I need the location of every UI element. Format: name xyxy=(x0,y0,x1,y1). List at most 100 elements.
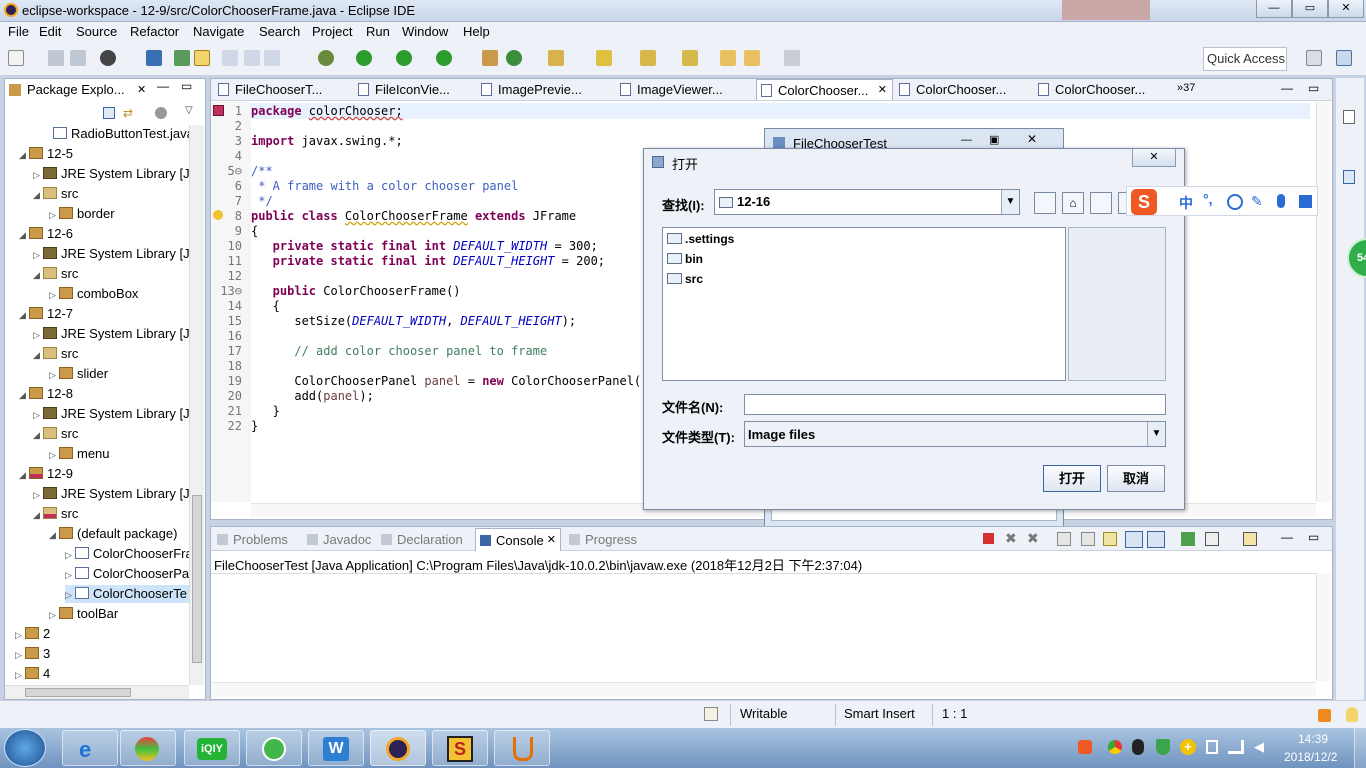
open-button[interactable]: 打开 xyxy=(1043,465,1101,492)
save-all-icon[interactable] xyxy=(70,50,86,66)
tray-device-icon[interactable] xyxy=(1206,740,1218,754)
toggle-mark-icon[interactable] xyxy=(174,50,190,66)
word-wrap-icon[interactable] xyxy=(1103,532,1117,546)
tray-network-icon[interactable] xyxy=(1228,740,1244,754)
collapsed-arrow-icon[interactable]: ▷ xyxy=(49,286,59,304)
editor-tab[interactable]: ColorChooser... ✕ xyxy=(756,79,893,100)
pin-console-icon[interactable] xyxy=(1181,532,1195,546)
tree-item[interactable]: ▷ comboBox xyxy=(49,285,138,303)
close-tab-icon[interactable]: ✕ xyxy=(547,529,556,552)
tray-time[interactable]: 14:39 xyxy=(1298,732,1328,746)
up-folder-icon[interactable] xyxy=(1034,192,1056,214)
tree-item[interactable]: ◢ src xyxy=(33,345,78,363)
tray-volume-icon[interactable]: ◀ xyxy=(1254,740,1268,754)
taskbar-ie-icon[interactable]: e xyxy=(62,730,118,766)
tree-item[interactable]: ▷ JRE System Library [Ja xyxy=(33,325,189,343)
menu-source[interactable]: Source xyxy=(76,24,117,39)
collapsed-arrow-icon[interactable]: ▷ xyxy=(15,626,25,644)
tree-item[interactable]: ▷ toolBar xyxy=(49,605,118,623)
tree-item[interactable]: ◢ 12-8 xyxy=(19,385,73,403)
task-list-icon[interactable] xyxy=(1343,170,1355,184)
minimize-view-icon[interactable]: — xyxy=(157,79,169,93)
collapsed-arrow-icon[interactable]: ▷ xyxy=(33,246,43,264)
close-icon[interactable]: ✕ xyxy=(1328,0,1364,18)
show-on-output-icon[interactable] xyxy=(1125,531,1143,548)
expanded-arrow-icon[interactable]: ◢ xyxy=(19,466,29,484)
code-line-8[interactable]: public class ColorChooserFrame extends J… xyxy=(251,209,576,223)
tree-item[interactable]: ▷ ColorChooserTe xyxy=(65,585,189,603)
minimize-editor-icon[interactable]: — xyxy=(1281,81,1293,95)
menu-run[interactable]: Run xyxy=(366,24,390,39)
filetype-combo[interactable]: Image files ▼ xyxy=(744,421,1166,447)
toolbox-icon[interactable] xyxy=(1299,195,1312,208)
close-tab-icon[interactable]: ✕ xyxy=(137,79,146,101)
menu-file[interactable]: File xyxy=(8,24,29,39)
code-line-22[interactable]: } xyxy=(251,419,258,433)
sogou-logo-icon[interactable]: S xyxy=(1131,189,1157,215)
tray-shield-icon[interactable] xyxy=(1156,739,1170,755)
tree-item[interactable]: ▷ 4 xyxy=(15,665,50,683)
editor-tab-overflow[interactable]: »37 xyxy=(1177,82,1195,94)
open-perspective-icon[interactable] xyxy=(1306,50,1322,66)
tab-problems[interactable]: Problems xyxy=(213,528,301,551)
code-line-13[interactable]: public ColorChooserFrame() xyxy=(251,284,461,298)
taskbar-eclipse-icon[interactable] xyxy=(370,730,426,766)
show-desktop-button[interactable] xyxy=(1354,728,1366,768)
taskbar-360-icon[interactable] xyxy=(246,730,302,766)
console-output[interactable] xyxy=(211,573,1316,681)
expanded-arrow-icon[interactable]: ◢ xyxy=(49,526,59,544)
code-line-6[interactable]: * A frame with a color chooser panel xyxy=(251,179,518,193)
pin-editor-icon[interactable] xyxy=(264,50,280,66)
tree-item[interactable]: ◢ src xyxy=(33,425,78,443)
collapsed-arrow-icon[interactable]: ▷ xyxy=(49,206,59,224)
editor-tab[interactable]: ImagePrevie... xyxy=(477,79,614,100)
last-edit-icon[interactable] xyxy=(720,50,736,66)
tree-item[interactable]: ◢ (default package) xyxy=(49,525,177,543)
view-menu-icon[interactable]: ▽ xyxy=(185,105,193,116)
new-class-icon[interactable] xyxy=(506,50,522,66)
search-icon[interactable] xyxy=(596,50,612,66)
collapsed-arrow-icon[interactable]: ▷ xyxy=(33,406,43,424)
taskbar-browser-icon[interactable] xyxy=(120,730,176,766)
tree-item[interactable]: ◢ src xyxy=(33,265,78,283)
open-type-icon[interactable] xyxy=(548,50,564,66)
collapsed-arrow-icon[interactable]: ▷ xyxy=(65,546,75,564)
java-perspective-icon[interactable] xyxy=(1336,50,1352,66)
package-explorer-tab[interactable]: Package Explo... ✕ xyxy=(5,79,155,101)
tree-item[interactable]: ◢ 12-9 xyxy=(19,465,73,483)
console-horizontal-scrollbar[interactable] xyxy=(211,682,1316,697)
next-edit-icon[interactable] xyxy=(640,50,656,66)
minimize-console-icon[interactable]: — xyxy=(1281,530,1293,544)
file-list-item[interactable]: src xyxy=(667,272,703,286)
prev-annotation-icon[interactable] xyxy=(244,50,260,66)
maximize-console-icon[interactable]: ▭ xyxy=(1308,530,1319,544)
collapsed-arrow-icon[interactable]: ▷ xyxy=(15,666,25,684)
expanded-arrow-icon[interactable]: ◢ xyxy=(33,506,43,524)
collapse-all-icon[interactable] xyxy=(103,107,115,119)
code-line-20[interactable]: add(panel); xyxy=(251,389,373,403)
clear-console-icon[interactable] xyxy=(1057,532,1071,546)
ime-language-toggle[interactable]: 中 xyxy=(1179,193,1193,213)
tree-item[interactable]: ▷ 2 xyxy=(15,625,50,643)
new-folder-icon[interactable] xyxy=(1090,192,1112,214)
expanded-arrow-icon[interactable]: ◢ xyxy=(19,146,29,164)
expanded-arrow-icon[interactable]: ◢ xyxy=(19,226,29,244)
code-line-9[interactable]: { xyxy=(251,224,258,238)
debug-icon[interactable] xyxy=(318,50,334,66)
tree-item[interactable]: ◢ 12-5 xyxy=(19,145,73,163)
tray-chrome-icon[interactable] xyxy=(1108,740,1122,754)
tree-item[interactable]: ▷ JRE System Library [Ja xyxy=(33,165,189,183)
code-line-1[interactable]: package colorChooser; xyxy=(251,104,403,118)
collapsed-arrow-icon[interactable]: ▷ xyxy=(15,646,25,664)
start-button[interactable] xyxy=(4,729,46,767)
minimize-icon[interactable]: — xyxy=(1256,0,1292,18)
expanded-arrow-icon[interactable]: ◢ xyxy=(19,386,29,404)
save-icon[interactable] xyxy=(48,50,64,66)
close-tab-icon[interactable]: ✕ xyxy=(878,80,887,101)
terminate-icon[interactable] xyxy=(983,533,994,544)
new-console-icon[interactable] xyxy=(1243,532,1257,546)
tip-icon[interactable] xyxy=(1346,707,1358,722)
link-editor-icon[interactable]: ⇄ xyxy=(123,107,137,119)
menu-edit[interactable]: Edit xyxy=(39,24,61,39)
bg-close-icon[interactable]: ✕ xyxy=(1027,132,1037,146)
